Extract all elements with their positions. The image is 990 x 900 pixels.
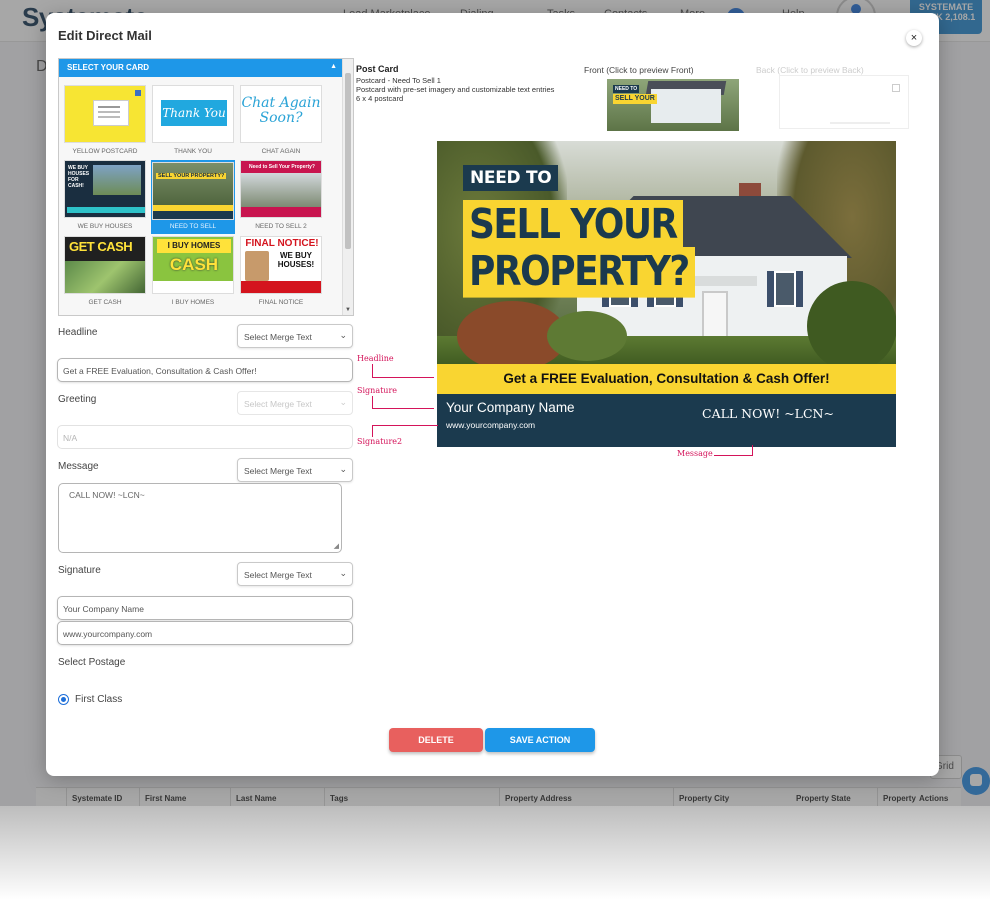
card-selector-header[interactable]: SELECT YOUR CARD ▲ [59,59,342,77]
card-thumbnail: FINAL NOTICE! WE BUY HOUSES! [240,236,322,294]
headline-label: Headline [58,327,98,338]
chevron-down-icon: ⌄ [339,464,347,474]
card-final-notice[interactable]: FINAL NOTICE! WE BUY HOUSES! FINAL NOTICE [239,236,323,310]
annotation-line [372,408,434,409]
annotation-line [372,377,434,378]
chevron-down-icon: ⌄ [339,330,347,340]
back-preview-label[interactable]: Back (Click to preview Back) [756,65,864,75]
card-label: WE BUY HOUSES [77,223,133,230]
postcard-name: Postcard - Need To Sell 1 [356,76,441,85]
front-thumb-sell: SELL YOUR [613,94,657,104]
card-need-to-sell[interactable]: SELL YOUR PROPERTY? NEED TO SELL [151,160,235,234]
signature2-input[interactable]: www.yourcompany.com [57,621,353,645]
card-thumbnail: SELL YOUR PROPERTY? [152,162,234,220]
card-label: THANK YOU [174,148,212,155]
annotation-signature: Signature [357,386,398,395]
chevron-down-icon: ⌄ [339,397,347,407]
card-thumbnail: GET CASH [64,236,146,294]
postcard-size: 6 x 4 postcard [356,94,404,103]
card-get-cash[interactable]: GET CASH GET CASH [63,236,147,310]
postcard-description: Postcard with pre-set imagery and custom… [356,85,555,94]
close-button[interactable]: × [906,30,922,46]
headline-input[interactable]: Get a FREE Evaluation, Consultation & Ca… [57,358,353,382]
first-class-radio[interactable] [58,694,69,705]
message-label: Message [58,461,99,472]
card-sell-your-text: SELL YOUR [463,200,683,251]
card-footer: Your Company Name www.yourcompany.com CA… [437,394,896,447]
card-thumbnail: WE BUY HOUSES FOR CASH! [64,160,146,218]
card-label: NEED TO SELL 2 [255,223,307,230]
card-label: I BUY HOMES [171,299,215,306]
card-label: CHAT AGAIN [261,148,301,155]
card-call-now: CALL NOW! ~LCN~ [702,406,834,421]
greeting-merge-select[interactable]: Select Merge Text ⌄ [237,391,353,415]
annotation-signature2: Signature2 [357,437,403,446]
card-property-text: PROPERTY? [463,247,695,298]
message-merge-select[interactable]: Select Merge Text ⌄ [237,458,353,482]
first-class-label[interactable]: First Class [75,694,122,705]
front-preview-thumbnail[interactable]: NEED TO SELL YOUR [607,79,739,131]
card-thumbnail [64,85,146,143]
signature-merge-select[interactable]: Select Merge Text ⌄ [237,562,353,586]
front-thumb-need-to: NEED TO [613,85,640,93]
greeting-label: Greeting [58,394,97,405]
card-selector: SELECT YOUR CARD ▲ ▼ YELLOW POSTCARD Tha… [58,58,354,316]
annotation-line [372,364,373,377]
message-textarea[interactable]: CALL NOW! ~LCN~ ◢ [58,483,342,553]
bottom-fade [0,806,990,900]
delete-button[interactable]: DELETE [389,728,483,752]
chevron-down-icon: ⌄ [339,568,347,578]
postage-label: Select Postage [58,657,126,668]
card-thumbnail: Thank You [152,85,234,143]
annotation-line [372,425,438,426]
card-i-buy-homes[interactable]: I BUY HOMES CASH I BUY HOMES [151,236,235,310]
card-label: NEED TO SELL [169,223,217,230]
caret-up-icon: ▲ [330,63,337,70]
annotation-line [372,396,373,408]
card-thank-you[interactable]: Thank You THANK YOU [151,85,235,159]
card-website: www.yourcompany.com [446,420,536,430]
card-need-to-sell-2[interactable]: Need to Sell Your Property? NEED TO SELL… [239,160,323,234]
annotation-message: Message [677,449,713,458]
scroll-down-icon[interactable]: ▼ [345,307,351,313]
resize-grip-icon[interactable]: ◢ [334,542,339,550]
front-preview-label[interactable]: Front (Click to preview Front) [584,65,694,75]
card-thumbnail: I BUY HOMES CASH [152,236,234,294]
annotation-line [714,455,752,456]
greeting-input[interactable]: N/A [57,425,353,449]
card-label: GET CASH [88,299,122,306]
card-thumbnail: Chat Again Soon? [240,85,322,143]
annotation-line [372,425,373,437]
signature-input[interactable]: Your Company Name [57,596,353,620]
card-selector-scrollbar[interactable]: ▼ [342,59,353,315]
card-need-to-text: NEED TO [463,165,559,191]
annotation-line [752,445,753,456]
card-headline-text: Get a FREE Evaluation, Consultation & Ca… [437,364,896,394]
save-action-button[interactable]: SAVE ACTION [485,728,595,752]
signature-label: Signature [58,565,101,576]
card-thumbnail: Need to Sell Your Property? [240,160,322,218]
scrollbar-thumb[interactable] [345,73,351,249]
annotation-headline: Headline [357,354,394,363]
card-we-buy-houses[interactable]: WE BUY HOUSES FOR CASH! WE BUY HOUSES [63,160,147,234]
back-preview-thumbnail[interactable] [779,75,909,129]
modal-title: Edit Direct Mail [58,28,152,43]
card-company-name: Your Company Name [446,400,575,415]
card-yellow-postcard[interactable]: YELLOW POSTCARD [63,85,147,159]
postcard-type-title: Post Card [356,64,399,74]
headline-merge-select[interactable]: Select Merge Text ⌄ [237,324,353,348]
card-label: FINAL NOTICE [258,299,304,306]
card-selector-title: SELECT YOUR CARD [67,63,150,72]
edit-direct-mail-modal: Edit Direct Mail × SELECT YOUR CARD ▲ ▼ … [46,13,939,776]
card-label: YELLOW POSTCARD [72,148,138,155]
card-chat-again[interactable]: Chat Again Soon? CHAT AGAIN [239,85,323,159]
stamp-icon [892,84,900,92]
postcard-preview: NEED TO SELL YOUR PROPERTY? Get a FREE E… [437,141,896,447]
